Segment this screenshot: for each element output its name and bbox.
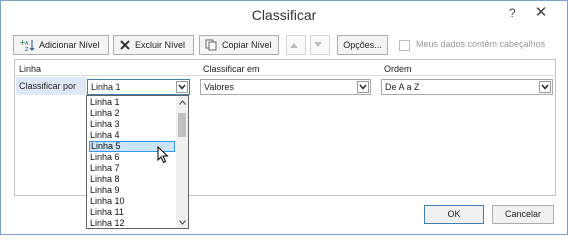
- cancel-button[interactable]: Cancelar: [492, 205, 554, 224]
- delete-icon: [120, 40, 130, 50]
- dropdown-scrollbar[interactable]: [176, 96, 188, 228]
- ok-button[interactable]: OK: [424, 205, 484, 224]
- dropdown-option[interactable]: Linha 11: [89, 207, 176, 218]
- arrow-down-icon: [314, 42, 322, 47]
- dropdown-option[interactable]: Linha 8: [89, 174, 176, 185]
- add-level-label: Adicionar Nível: [39, 40, 100, 50]
- copy-level-label: Copiar Nível: [222, 40, 272, 50]
- has-headers-checkbox[interactable]: [399, 40, 410, 51]
- has-headers-label: Meus dados contêm cabeçalhos: [416, 39, 546, 49]
- move-down-button[interactable]: [310, 35, 330, 55]
- chevron-down-icon[interactable]: [539, 81, 551, 93]
- scroll-thumb[interactable]: [178, 113, 186, 137]
- move-up-button[interactable]: [286, 35, 306, 55]
- column-combo[interactable]: Linha 1: [87, 79, 190, 95]
- sort-by-label: Classificar por: [19, 81, 77, 91]
- options-label: Opções...: [343, 40, 382, 50]
- copy-level-button[interactable]: Copiar Nível: [199, 35, 279, 55]
- dropdown-option[interactable]: Linha 10: [89, 196, 176, 207]
- chevron-down-icon[interactable]: [176, 81, 188, 93]
- sort-dialog: Classificar ? ✕ + A Z Adicionar Nível Ex…: [0, 0, 568, 235]
- dropdown-option[interactable]: Linha 12: [89, 218, 176, 228]
- copy-icon: [205, 39, 217, 51]
- header-divider: [15, 75, 555, 76]
- chevron-down-icon[interactable]: [357, 81, 369, 93]
- mouse-pointer-icon: [157, 146, 169, 164]
- dropdown-option[interactable]: Linha 7: [89, 163, 176, 174]
- dropdown-option[interactable]: Linha 1: [89, 97, 176, 108]
- header-order: Ordem: [384, 64, 412, 74]
- svg-text:Z: Z: [25, 47, 29, 52]
- help-button[interactable]: ?: [509, 6, 516, 20]
- sort-on-combo[interactable]: Valores: [200, 79, 371, 95]
- scroll-down-icon[interactable]: [176, 216, 188, 228]
- order-combo[interactable]: De A a Z: [381, 79, 553, 95]
- sort-on-combo-value: Valores: [204, 82, 234, 92]
- add-level-icon: + A Z: [19, 38, 35, 52]
- order-combo-value: De A a Z: [385, 82, 420, 92]
- scroll-up-icon[interactable]: [176, 96, 188, 108]
- header-sort-on: Classificar em: [203, 64, 260, 74]
- title-bar: Classificar ? ✕: [1, 1, 567, 29]
- close-button[interactable]: ✕: [532, 5, 550, 21]
- column-combo-value: Linha 1: [91, 82, 121, 92]
- header-column: Linha: [19, 64, 42, 74]
- delete-level-label: Excluir Nível: [135, 40, 186, 50]
- dropdown-option[interactable]: Linha 4: [89, 130, 176, 141]
- dropdown-option[interactable]: Linha 2: [89, 108, 176, 119]
- dialog-title: Classificar: [251, 7, 317, 23]
- add-level-button[interactable]: + A Z Adicionar Nível: [13, 35, 109, 55]
- column-dropdown-list[interactable]: Linha 1 Linha 2 Linha 3 Linha 4 Linha 5 Linha…: [86, 95, 189, 229]
- arrow-up-icon: [290, 43, 298, 48]
- dropdown-option[interactable]: Linha 3: [89, 119, 176, 130]
- delete-level-button[interactable]: Excluir Nível: [113, 35, 194, 55]
- dropdown-option[interactable]: Linha 9: [89, 185, 176, 196]
- options-button[interactable]: Opções...: [337, 35, 388, 55]
